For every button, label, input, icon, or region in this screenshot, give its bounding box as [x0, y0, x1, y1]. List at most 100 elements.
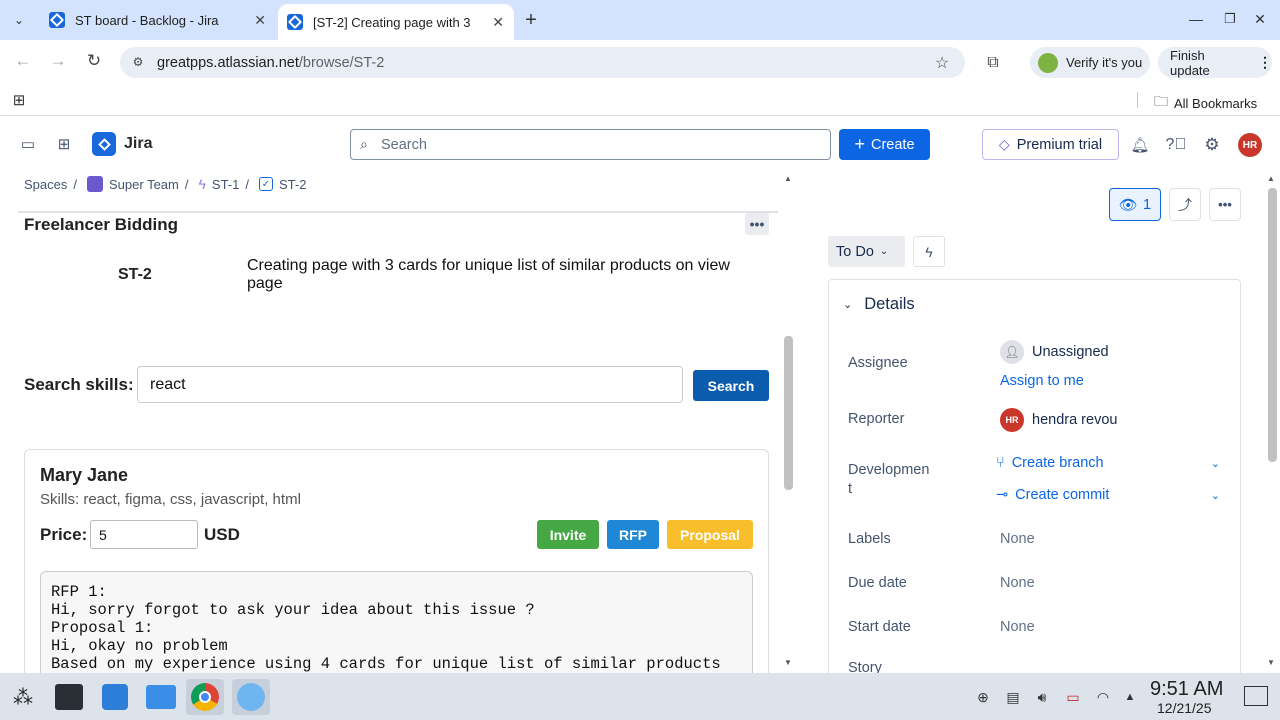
extensions-icon[interactable]: ⧉ [982, 52, 1004, 74]
start-date-value[interactable]: None [1000, 619, 1035, 635]
close-tab-icon[interactable]: ✕ [492, 13, 504, 31]
terminal-app-icon[interactable] [55, 684, 83, 710]
finish-update-button[interactable]: Finish update ⋮ [1158, 47, 1272, 78]
details-header[interactable]: ⌄ Details [843, 295, 915, 314]
issue-key: ST-2 [118, 266, 152, 283]
url-bar[interactable]: ⚙ greatpps.atlassian.net/browse/ST-2 ☆ [120, 47, 965, 78]
left-scrollbar-thumb[interactable] [784, 336, 793, 490]
forward-icon[interactable]: → [47, 50, 69, 72]
reporter-field[interactable]: HR hendra revou [1000, 408, 1117, 432]
labels-label: Labels [848, 531, 891, 547]
update-notify-icon[interactable]: ⊕ [974, 688, 992, 706]
more-options-icon[interactable]: ••• [1209, 188, 1241, 221]
verify-profile-button[interactable]: Verify it's you [1030, 47, 1150, 78]
tray-expand-icon[interactable]: ▲ [1122, 688, 1138, 706]
development-label-line1: Developmen [848, 462, 930, 478]
clock-date[interactable]: 12/21/25 [1157, 700, 1212, 716]
scroll-up-icon[interactable]: ▲ [1267, 174, 1275, 183]
create-commit-button[interactable]: ⊸ Create commit ⌄ [996, 487, 1220, 503]
right-scrollbar[interactable]: ▲ ▼ [1267, 174, 1277, 670]
assignee-field[interactable]: 👤︎ Unassigned [1000, 340, 1109, 364]
minimize-icon[interactable]: — [1186, 8, 1206, 30]
labels-value[interactable]: None [1000, 531, 1035, 547]
breadcrumb-separator: / [245, 176, 249, 192]
breadcrumb-team[interactable]: Super Team [109, 177, 179, 192]
jira-logo[interactable]: Jira [92, 132, 152, 156]
chevron-down-icon: ⌄ [843, 299, 853, 311]
settings-gear-icon[interactable]: ⚙ [1202, 135, 1222, 155]
breadcrumb: Spaces / Super Team / ϟ ST-1 / ✓ ST-2 [24, 176, 306, 192]
chrome-app-icon[interactable] [191, 683, 219, 711]
launcher-icon[interactable]: ⁂ [4, 679, 42, 715]
assign-to-me-link[interactable]: Assign to me [1000, 373, 1084, 389]
content-divider [18, 211, 778, 213]
tab-backlog[interactable]: ST board - Backlog - Jira ✕ [40, 0, 276, 40]
create-branch-button[interactable]: ⑂ Create branch ⌄ [996, 455, 1220, 471]
files-app-icon[interactable] [146, 685, 176, 709]
breadcrumb-spaces[interactable]: Spaces [24, 177, 67, 192]
clock-time[interactable]: 9:51 AM [1150, 678, 1223, 701]
reload-icon[interactable]: ↻ [83, 50, 105, 72]
search-skills-button[interactable]: Search [693, 370, 769, 401]
battery-icon[interactable]: ▭ [1062, 688, 1084, 706]
price-input[interactable]: 5 [90, 520, 198, 549]
task-check-icon: ✓ [259, 177, 273, 191]
restore-icon[interactable]: ❐ [1220, 8, 1240, 30]
watch-button[interactable]: 👁︎ 1 [1109, 188, 1161, 221]
breadcrumb-epic[interactable]: ST-1 [212, 177, 239, 192]
skills-search-input[interactable]: react [137, 366, 683, 403]
clipboard-icon[interactable]: ▤ [1004, 688, 1022, 706]
due-date-value[interactable]: None [1000, 575, 1035, 591]
sidebar-toggle-icon[interactable]: ▭ [18, 134, 38, 154]
url-host: greatpps.atlassian.net [157, 54, 299, 71]
share-icon[interactable]: ⤴ [1169, 188, 1201, 221]
price-label: Price: [40, 525, 88, 544]
status-dropdown[interactable]: To Do ⌄ [828, 236, 905, 267]
automation-lightning-icon[interactable]: ϟ [913, 236, 945, 267]
scroll-up-icon[interactable]: ▲ [784, 174, 792, 183]
skills-search-value: react [150, 376, 186, 393]
remote-app-icon[interactable] [237, 683, 265, 711]
close-tab-icon[interactable]: ✕ [254, 12, 266, 29]
create-commit-label: Create commit [1015, 487, 1110, 503]
diamond-icon: ◇ [998, 136, 1010, 152]
rfp-button[interactable]: RFP [607, 520, 659, 549]
close-window-icon[interactable]: ✕ [1250, 8, 1270, 30]
new-tab-icon[interactable]: + [520, 9, 542, 31]
jira-search-input[interactable]: ⌕ Search [350, 129, 831, 160]
eye-icon: 👁︎ [1118, 196, 1138, 214]
details-title: Details [864, 295, 915, 313]
invite-button[interactable]: Invite [537, 520, 599, 549]
search-skills-label: Search skills: [24, 375, 134, 394]
premium-trial-button[interactable]: ◇ Premium trial [982, 129, 1119, 160]
store-app-icon[interactable] [102, 684, 128, 710]
tab-title: ST board - Backlog - Jira [75, 12, 219, 28]
create-button[interactable]: + Create [839, 129, 930, 160]
proposal-button[interactable]: Proposal [667, 520, 753, 549]
breadcrumb-issue[interactable]: ST-2 [279, 177, 306, 192]
user-avatar[interactable]: HR [1238, 133, 1262, 157]
help-icon[interactable]: ?⃝ [1166, 135, 1187, 155]
notifications-bell-icon[interactable]: 🔔︎ [1130, 135, 1150, 155]
bookmark-star-icon[interactable]: ☆ [932, 53, 952, 73]
verify-label: Verify it's you [1066, 55, 1143, 70]
right-scrollbar-thumb[interactable] [1268, 188, 1277, 462]
back-icon[interactable]: ← [12, 50, 34, 72]
tab-st-2[interactable]: [ST-2] Creating page with 3 ✕ [278, 4, 514, 40]
apps-grid-icon[interactable]: ⊞ [10, 91, 28, 109]
more-actions-icon[interactable]: ••• [745, 213, 769, 235]
jira-favicon-icon [49, 12, 65, 28]
site-info-icon[interactable]: ⚙ [130, 54, 146, 70]
wifi-icon[interactable]: ◠ [1093, 688, 1113, 706]
app-switcher-icon[interactable]: ⊞ [54, 134, 74, 154]
scroll-down-icon[interactable]: ▼ [1267, 658, 1275, 667]
show-desktop-icon[interactable] [1244, 686, 1268, 706]
kebab-menu-icon[interactable]: ⋮ [1258, 54, 1272, 71]
volume-icon[interactable]: 🔊︎ [1033, 688, 1051, 706]
messages-textarea[interactable]: RFP 1: Hi, sorry forgot to ask your idea… [40, 571, 753, 681]
scroll-down-icon[interactable]: ▼ [784, 658, 792, 667]
all-bookmarks-button[interactable]: 🗀 All Bookmarks [1154, 91, 1257, 115]
left-scrollbar[interactable]: ▲ ▼ [784, 174, 794, 670]
development-label-line2: t [848, 481, 853, 497]
tab-search-dropdown-icon[interactable]: ⌄ [8, 10, 30, 30]
